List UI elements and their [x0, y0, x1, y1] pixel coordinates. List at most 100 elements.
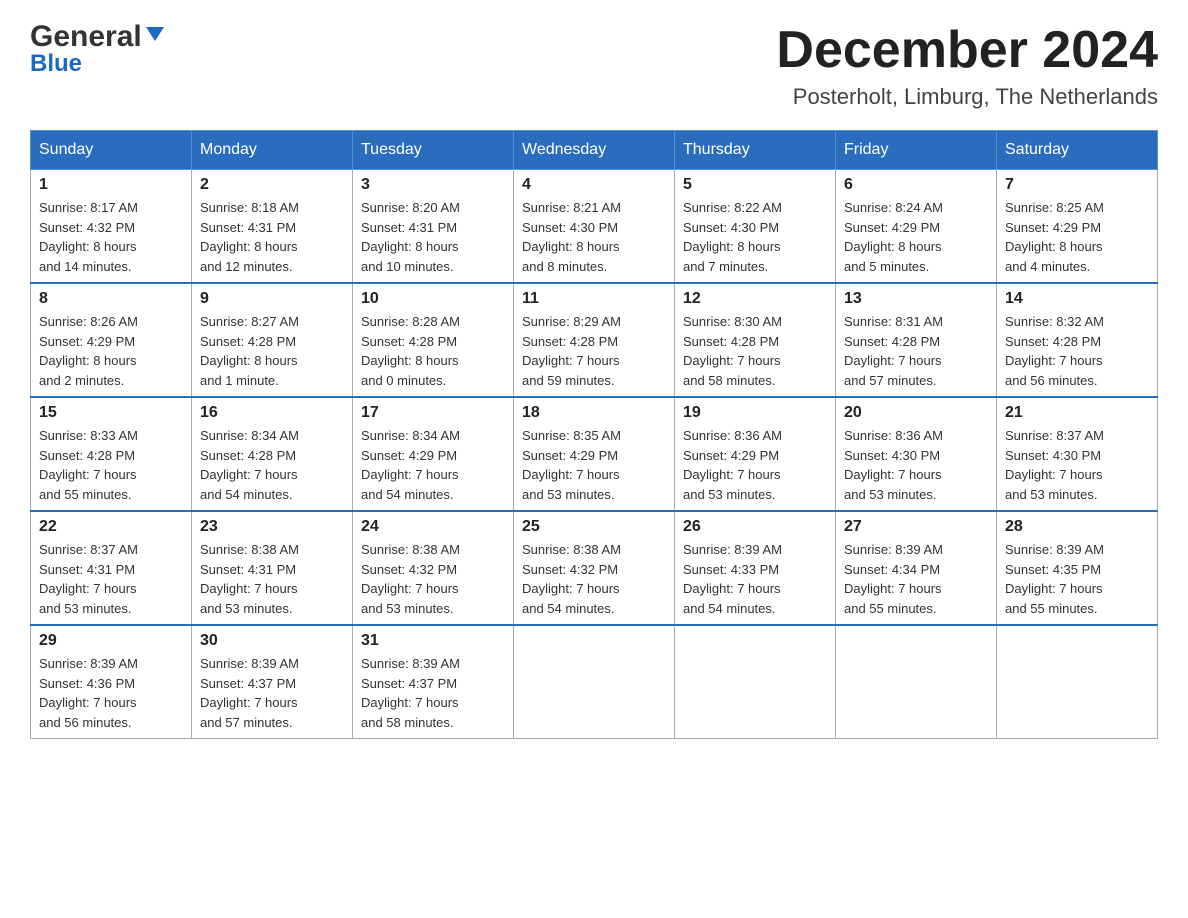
day-number: 22	[39, 518, 183, 536]
calendar-table: Sunday Monday Tuesday Wednesday Thursday…	[30, 130, 1158, 739]
logo-arrow-icon	[144, 23, 166, 45]
day-info: Sunrise: 8:39 AMSunset: 4:35 PMDaylight:…	[1005, 540, 1149, 618]
day-number: 17	[361, 404, 505, 422]
table-row: 2 Sunrise: 8:18 AMSunset: 4:31 PMDayligh…	[192, 170, 353, 284]
day-number: 7	[1005, 176, 1149, 194]
day-number: 15	[39, 404, 183, 422]
calendar-week-row: 22 Sunrise: 8:37 AMSunset: 4:31 PMDaylig…	[31, 511, 1158, 625]
table-row: 22 Sunrise: 8:37 AMSunset: 4:31 PMDaylig…	[31, 511, 192, 625]
table-row: 4 Sunrise: 8:21 AMSunset: 4:30 PMDayligh…	[514, 170, 675, 284]
table-row: 17 Sunrise: 8:34 AMSunset: 4:29 PMDaylig…	[353, 397, 514, 511]
day-number: 12	[683, 290, 827, 308]
col-saturday: Saturday	[997, 131, 1158, 170]
col-sunday: Sunday	[31, 131, 192, 170]
day-info: Sunrise: 8:38 AMSunset: 4:31 PMDaylight:…	[200, 540, 344, 618]
table-row: 28 Sunrise: 8:39 AMSunset: 4:35 PMDaylig…	[997, 511, 1158, 625]
day-number: 21	[1005, 404, 1149, 422]
table-row	[836, 625, 997, 739]
day-info: Sunrise: 8:32 AMSunset: 4:28 PMDaylight:…	[1005, 312, 1149, 390]
table-row: 29 Sunrise: 8:39 AMSunset: 4:36 PMDaylig…	[31, 625, 192, 739]
table-row: 27 Sunrise: 8:39 AMSunset: 4:34 PMDaylig…	[836, 511, 997, 625]
day-info: Sunrise: 8:36 AMSunset: 4:30 PMDaylight:…	[844, 426, 988, 504]
day-info: Sunrise: 8:21 AMSunset: 4:30 PMDaylight:…	[522, 198, 666, 276]
location: Posterholt, Limburg, The Netherlands	[776, 84, 1158, 110]
day-number: 20	[844, 404, 988, 422]
day-number: 5	[683, 176, 827, 194]
day-info: Sunrise: 8:29 AMSunset: 4:28 PMDaylight:…	[522, 312, 666, 390]
table-row: 10 Sunrise: 8:28 AMSunset: 4:28 PMDaylig…	[353, 283, 514, 397]
day-number: 10	[361, 290, 505, 308]
day-info: Sunrise: 8:39 AMSunset: 4:37 PMDaylight:…	[200, 654, 344, 732]
day-info: Sunrise: 8:38 AMSunset: 4:32 PMDaylight:…	[522, 540, 666, 618]
day-number: 26	[683, 518, 827, 536]
day-number: 29	[39, 632, 183, 650]
table-row: 31 Sunrise: 8:39 AMSunset: 4:37 PMDaylig…	[353, 625, 514, 739]
table-row: 30 Sunrise: 8:39 AMSunset: 4:37 PMDaylig…	[192, 625, 353, 739]
day-number: 13	[844, 290, 988, 308]
day-info: Sunrise: 8:34 AMSunset: 4:28 PMDaylight:…	[200, 426, 344, 504]
day-info: Sunrise: 8:39 AMSunset: 4:34 PMDaylight:…	[844, 540, 988, 618]
table-row: 25 Sunrise: 8:38 AMSunset: 4:32 PMDaylig…	[514, 511, 675, 625]
day-info: Sunrise: 8:33 AMSunset: 4:28 PMDaylight:…	[39, 426, 183, 504]
day-number: 3	[361, 176, 505, 194]
day-info: Sunrise: 8:37 AMSunset: 4:30 PMDaylight:…	[1005, 426, 1149, 504]
day-info: Sunrise: 8:39 AMSunset: 4:37 PMDaylight:…	[361, 654, 505, 732]
day-number: 16	[200, 404, 344, 422]
day-number: 27	[844, 518, 988, 536]
calendar-week-row: 1 Sunrise: 8:17 AMSunset: 4:32 PMDayligh…	[31, 170, 1158, 284]
table-row	[675, 625, 836, 739]
title-section: December 2024 Posterholt, Limburg, The N…	[776, 20, 1158, 110]
col-monday: Monday	[192, 131, 353, 170]
col-wednesday: Wednesday	[514, 131, 675, 170]
col-tuesday: Tuesday	[353, 131, 514, 170]
day-info: Sunrise: 8:25 AMSunset: 4:29 PMDaylight:…	[1005, 198, 1149, 276]
table-row: 20 Sunrise: 8:36 AMSunset: 4:30 PMDaylig…	[836, 397, 997, 511]
day-number: 25	[522, 518, 666, 536]
day-number: 1	[39, 176, 183, 194]
day-info: Sunrise: 8:35 AMSunset: 4:29 PMDaylight:…	[522, 426, 666, 504]
calendar-week-row: 15 Sunrise: 8:33 AMSunset: 4:28 PMDaylig…	[31, 397, 1158, 511]
table-row: 24 Sunrise: 8:38 AMSunset: 4:32 PMDaylig…	[353, 511, 514, 625]
day-info: Sunrise: 8:39 AMSunset: 4:36 PMDaylight:…	[39, 654, 183, 732]
table-row	[997, 625, 1158, 739]
table-row: 23 Sunrise: 8:38 AMSunset: 4:31 PMDaylig…	[192, 511, 353, 625]
table-row: 26 Sunrise: 8:39 AMSunset: 4:33 PMDaylig…	[675, 511, 836, 625]
day-number: 31	[361, 632, 505, 650]
table-row: 15 Sunrise: 8:33 AMSunset: 4:28 PMDaylig…	[31, 397, 192, 511]
day-info: Sunrise: 8:27 AMSunset: 4:28 PMDaylight:…	[200, 312, 344, 390]
table-row: 12 Sunrise: 8:30 AMSunset: 4:28 PMDaylig…	[675, 283, 836, 397]
table-row: 9 Sunrise: 8:27 AMSunset: 4:28 PMDayligh…	[192, 283, 353, 397]
day-number: 24	[361, 518, 505, 536]
calendar-week-row: 8 Sunrise: 8:26 AMSunset: 4:29 PMDayligh…	[31, 283, 1158, 397]
table-row: 11 Sunrise: 8:29 AMSunset: 4:28 PMDaylig…	[514, 283, 675, 397]
day-info: Sunrise: 8:20 AMSunset: 4:31 PMDaylight:…	[361, 198, 505, 276]
logo-general-text: General	[30, 20, 142, 54]
day-info: Sunrise: 8:37 AMSunset: 4:31 PMDaylight:…	[39, 540, 183, 618]
table-row: 16 Sunrise: 8:34 AMSunset: 4:28 PMDaylig…	[192, 397, 353, 511]
calendar-header-row: Sunday Monday Tuesday Wednesday Thursday…	[31, 131, 1158, 170]
day-info: Sunrise: 8:22 AMSunset: 4:30 PMDaylight:…	[683, 198, 827, 276]
day-number: 18	[522, 404, 666, 422]
day-number: 8	[39, 290, 183, 308]
col-friday: Friday	[836, 131, 997, 170]
logo-blue-text: Blue	[30, 50, 82, 78]
table-row: 8 Sunrise: 8:26 AMSunset: 4:29 PMDayligh…	[31, 283, 192, 397]
day-info: Sunrise: 8:30 AMSunset: 4:28 PMDaylight:…	[683, 312, 827, 390]
day-info: Sunrise: 8:18 AMSunset: 4:31 PMDaylight:…	[200, 198, 344, 276]
day-info: Sunrise: 8:38 AMSunset: 4:32 PMDaylight:…	[361, 540, 505, 618]
table-row: 21 Sunrise: 8:37 AMSunset: 4:30 PMDaylig…	[997, 397, 1158, 511]
day-number: 14	[1005, 290, 1149, 308]
day-info: Sunrise: 8:39 AMSunset: 4:33 PMDaylight:…	[683, 540, 827, 618]
table-row: 14 Sunrise: 8:32 AMSunset: 4:28 PMDaylig…	[997, 283, 1158, 397]
day-number: 23	[200, 518, 344, 536]
day-number: 19	[683, 404, 827, 422]
day-number: 28	[1005, 518, 1149, 536]
table-row	[514, 625, 675, 739]
day-number: 11	[522, 290, 666, 308]
page-header: General Blue December 2024 Posterholt, L…	[30, 20, 1158, 110]
table-row: 7 Sunrise: 8:25 AMSunset: 4:29 PMDayligh…	[997, 170, 1158, 284]
table-row: 18 Sunrise: 8:35 AMSunset: 4:29 PMDaylig…	[514, 397, 675, 511]
calendar-week-row: 29 Sunrise: 8:39 AMSunset: 4:36 PMDaylig…	[31, 625, 1158, 739]
day-info: Sunrise: 8:31 AMSunset: 4:28 PMDaylight:…	[844, 312, 988, 390]
table-row: 19 Sunrise: 8:36 AMSunset: 4:29 PMDaylig…	[675, 397, 836, 511]
